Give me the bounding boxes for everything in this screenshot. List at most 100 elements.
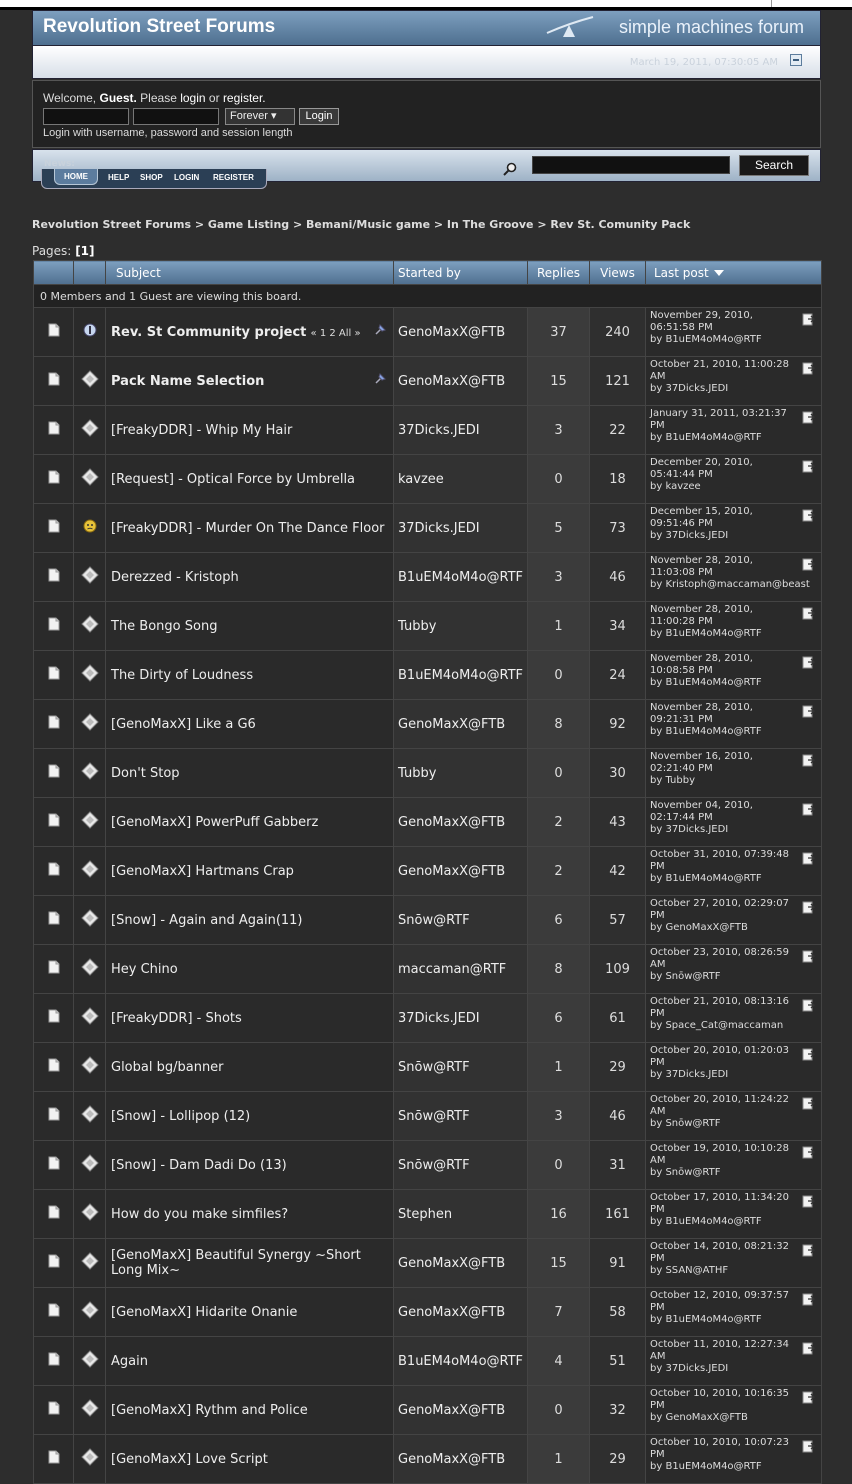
topic-subject[interactable]: The Dirty of Loudness bbox=[105, 650, 394, 700]
topic-subject[interactable]: [GenoMaxX] Hidarite Onanie bbox=[105, 1287, 394, 1337]
last-post-icon[interactable] bbox=[802, 656, 816, 673]
topic-title[interactable]: [Snow] - Dam Dadi Do (13) bbox=[111, 1158, 287, 1173]
topic-title[interactable]: Rev. St Community project bbox=[111, 325, 306, 340]
topic-subject[interactable]: Hey Chino bbox=[105, 944, 394, 994]
last-post-user[interactable]: 37Dicks.JEDI bbox=[665, 1363, 728, 1374]
table-row[interactable]: [FreakyDDR] - Murder On The Dance Floor 3… bbox=[33, 503, 822, 553]
topic-subject[interactable]: Again bbox=[105, 1336, 394, 1386]
topic-title[interactable]: [GenoMaxX] Beautiful Synergy ~Short Long… bbox=[111, 1248, 361, 1278]
topic-starter[interactable]: Snōw@RTF bbox=[393, 895, 528, 945]
topic-subject[interactable]: [GenoMaxX] Like a G6 bbox=[105, 699, 394, 749]
last-post-icon[interactable] bbox=[802, 999, 816, 1016]
topic-subject[interactable]: [FreakyDDR] - Whip My Hair bbox=[105, 405, 394, 455]
table-row[interactable]: Derezzed - Kristoph B1uEM4oM4o@RTF 3 46 Nove… bbox=[33, 552, 822, 602]
last-post-user[interactable]: B1uEM4oM4o@RTF bbox=[665, 1461, 761, 1472]
topic-starter[interactable]: Snōw@RTF bbox=[393, 1042, 528, 1092]
last-post-icon[interactable] bbox=[802, 1342, 816, 1359]
topic-title[interactable]: How do you make simfiles? bbox=[111, 1207, 288, 1222]
topic-starter[interactable]: GenoMaxX@FTB bbox=[393, 797, 528, 847]
last-post-icon[interactable] bbox=[802, 1293, 816, 1310]
topic-title[interactable]: [GenoMaxX] Hartmans Crap bbox=[111, 864, 294, 879]
topic-title[interactable]: [Snow] - Lollipop (12) bbox=[111, 1109, 250, 1124]
last-post-user[interactable]: 37Dicks.JEDI bbox=[665, 383, 728, 394]
topic-starter[interactable]: Stephen bbox=[393, 1189, 528, 1239]
topic-title[interactable]: [FreakyDDR] - Shots bbox=[111, 1011, 242, 1026]
table-row[interactable]: The Bongo Song Tubby 1 34 November 28, 2010,… bbox=[33, 601, 822, 651]
topic-subject[interactable]: The Bongo Song bbox=[105, 601, 394, 651]
topic-subject[interactable]: Global bg/banner bbox=[105, 1042, 394, 1092]
topic-title[interactable]: [GenoMaxX] Hidarite Onanie bbox=[111, 1305, 297, 1320]
last-post-icon[interactable] bbox=[802, 754, 816, 771]
topic-title[interactable]: Global bg/banner bbox=[111, 1060, 224, 1075]
topic-title[interactable]: [GenoMaxX] Love Script bbox=[111, 1452, 268, 1467]
topic-title[interactable]: [FreakyDDR] - Whip My Hair bbox=[111, 423, 292, 438]
topic-starter[interactable]: 37Dicks.JEDI bbox=[393, 993, 528, 1043]
topic-title[interactable]: The Dirty of Loudness bbox=[111, 668, 253, 683]
table-row[interactable]: [FreakyDDR] - Whip My Hair 37Dicks.JEDI 3 2… bbox=[33, 405, 822, 455]
topic-title[interactable]: Don't Stop bbox=[111, 766, 180, 781]
topic-subject[interactable]: [GenoMaxX] PowerPuff Gabberz bbox=[105, 797, 394, 847]
last-post-icon[interactable] bbox=[802, 950, 816, 967]
topic-starter[interactable]: GenoMaxX@FTB bbox=[393, 1238, 528, 1288]
last-post-icon[interactable] bbox=[802, 1440, 816, 1457]
topic-starter[interactable]: B1uEM4oM4o@RTF bbox=[393, 650, 528, 700]
table-row[interactable]: Global bg/banner Snōw@RTF 1 29 October 20, 2… bbox=[33, 1042, 822, 1092]
topic-subject[interactable]: [GenoMaxX] Hartmans Crap bbox=[105, 846, 394, 896]
topic-subject[interactable]: How do you make simfiles? bbox=[105, 1189, 394, 1239]
topic-starter[interactable]: GenoMaxX@FTB bbox=[393, 307, 528, 357]
table-row[interactable]: [GenoMaxX] Like a G6 GenoMaxX@FTB 8 92 Novem… bbox=[33, 699, 822, 749]
last-post-user[interactable]: B1uEM4oM4o@RTF bbox=[665, 432, 761, 443]
topic-pages[interactable]: « 1 2 All » bbox=[311, 328, 361, 339]
table-row[interactable]: Again B1uEM4oM4o@RTF 4 51 October 11, 2010, … bbox=[33, 1336, 822, 1386]
last-post-user[interactable]: GenoMaxX@FTB bbox=[665, 922, 747, 933]
topic-starter[interactable]: Tubby bbox=[393, 748, 528, 798]
last-post-user[interactable]: B1uEM4oM4o@RTF bbox=[665, 628, 761, 639]
last-post-user[interactable]: kavzee bbox=[665, 481, 700, 492]
topic-subject[interactable]: [GenoMaxX] Beautiful Synergy ~Short Long… bbox=[105, 1238, 394, 1288]
header-replies[interactable]: Replies bbox=[527, 260, 590, 285]
table-row[interactable]: Rev. St Community project « 1 2 All » Gen… bbox=[33, 307, 822, 357]
last-post-icon[interactable] bbox=[802, 460, 816, 477]
topic-subject[interactable]: Derezzed - Kristoph bbox=[105, 552, 394, 602]
topic-title[interactable]: [GenoMaxX] Like a G6 bbox=[111, 717, 256, 732]
topic-title[interactable]: [Request] - Optical Force by Umbrella bbox=[111, 472, 355, 487]
topic-title[interactable]: Hey Chino bbox=[111, 962, 178, 977]
table-row[interactable]: [GenoMaxX] Love Script GenoMaxX@FTB 1 29 Oct… bbox=[33, 1434, 822, 1484]
last-post-icon[interactable] bbox=[802, 803, 816, 820]
topic-starter[interactable]: GenoMaxX@FTB bbox=[393, 846, 528, 896]
topic-starter[interactable]: GenoMaxX@FTB bbox=[393, 699, 528, 749]
topic-starter[interactable]: Tubby bbox=[393, 601, 528, 651]
last-post-user[interactable]: B1uEM4oM4o@RTF bbox=[665, 677, 761, 688]
topic-title[interactable]: Pack Name Selection bbox=[111, 374, 264, 389]
last-post-icon[interactable] bbox=[802, 313, 816, 330]
last-post-user[interactable]: Kristoph@maccaman@beast bbox=[665, 579, 809, 590]
last-post-icon[interactable] bbox=[802, 558, 816, 575]
last-post-user[interactable]: B1uEM4oM4o@RTF bbox=[665, 1216, 761, 1227]
topic-title[interactable]: [FreakyDDR] - Murder On The Dance Floor bbox=[111, 521, 385, 536]
last-post-user[interactable]: Tubby bbox=[665, 775, 695, 786]
topic-subject[interactable]: [Snow] - Lollipop (12) bbox=[105, 1091, 394, 1141]
last-post-user[interactable]: B1uEM4oM4o@RTF bbox=[665, 726, 761, 737]
last-post-user[interactable]: B1uEM4oM4o@RTF bbox=[665, 334, 761, 345]
last-post-icon[interactable] bbox=[802, 411, 816, 428]
current-page[interactable]: [1] bbox=[75, 244, 94, 258]
last-post-icon[interactable] bbox=[802, 1048, 816, 1065]
topic-subject[interactable]: Don't Stop bbox=[105, 748, 394, 798]
last-post-user[interactable]: 37Dicks.JEDI bbox=[665, 1069, 728, 1080]
topic-subject[interactable]: Pack Name Selection bbox=[105, 356, 394, 406]
last-post-user[interactable]: 37Dicks.JEDI bbox=[665, 530, 728, 541]
header-subject[interactable]: Subject bbox=[105, 260, 394, 285]
table-row[interactable]: [Snow] - Dam Dadi Do (13) Snōw@RTF 0 31 Octo… bbox=[33, 1140, 822, 1190]
last-post-icon[interactable] bbox=[802, 362, 816, 379]
topic-starter[interactable]: Snōw@RTF bbox=[393, 1140, 528, 1190]
topic-title[interactable]: Again bbox=[111, 1354, 148, 1369]
table-row[interactable]: [Request] - Optical Force by Umbrella kav… bbox=[33, 454, 822, 504]
table-row[interactable]: [Snow] - Again and Again(11) Snōw@RTF 6 57 O… bbox=[33, 895, 822, 945]
topic-subject[interactable]: [FreakyDDR] - Shots bbox=[105, 993, 394, 1043]
last-post-icon[interactable] bbox=[802, 1146, 816, 1163]
topic-starter[interactable]: GenoMaxX@FTB bbox=[393, 1434, 528, 1484]
last-post-user[interactable]: 37Dicks.JEDI bbox=[665, 824, 728, 835]
table-row[interactable]: [FreakyDDR] - Shots 37Dicks.JEDI 6 61 Octobe… bbox=[33, 993, 822, 1043]
topic-title[interactable]: The Bongo Song bbox=[111, 619, 217, 634]
table-row[interactable]: Don't Stop Tubby 0 30 November 16, 2010, 02:2… bbox=[33, 748, 822, 798]
